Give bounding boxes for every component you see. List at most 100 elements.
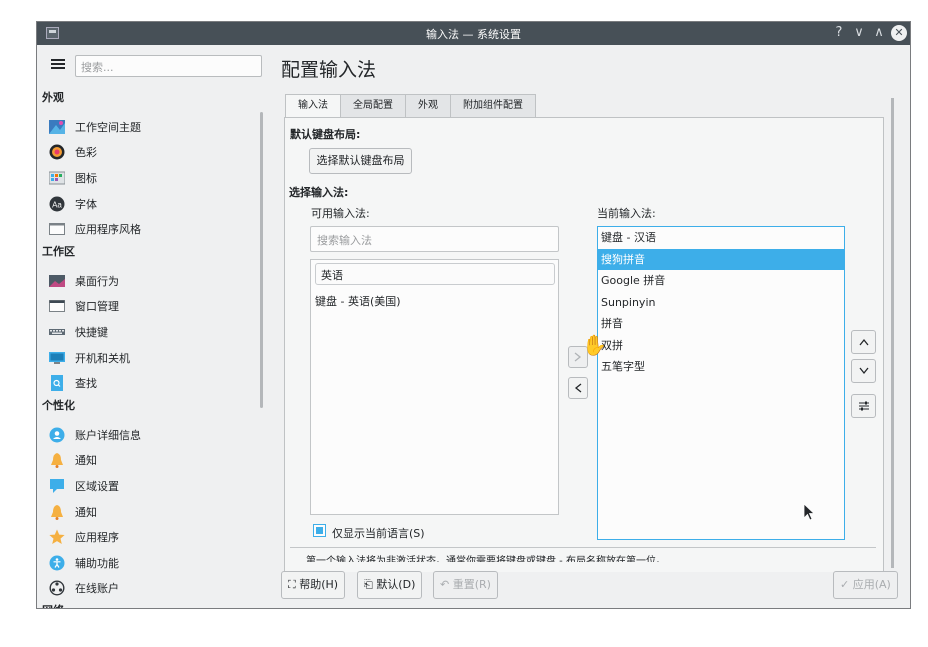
sidebar-item-label: 账户详细信息: [75, 428, 141, 442]
minimize-button[interactable]: ∨: [850, 24, 868, 42]
sidebar-item-account[interactable]: 账户详细信息: [37, 422, 259, 448]
sidebar-item-startup-shutdown[interactable]: 开机和关机: [37, 345, 259, 371]
sidebar-item-notifications[interactable]: 通知: [37, 448, 259, 474]
reset-label: 重置(R): [452, 578, 491, 591]
sidebar-list: 外观 工作空间主题 色彩 图标 Aa 字体 应用程序风格 工作区 桌面行为 窗口…: [37, 88, 259, 608]
tab-appearance[interactable]: 外观: [405, 94, 451, 118]
sidebar-search-input[interactable]: 搜索...: [75, 55, 262, 77]
select-default-layout-button[interactable]: 选择默认键盘布局: [309, 148, 412, 174]
sidebar-item-label: 窗口管理: [75, 300, 119, 314]
current-im-label: 当前输入法:: [597, 207, 656, 220]
sidebar-item-app-style[interactable]: 应用程序风格: [37, 216, 259, 242]
apply-button[interactable]: ✓ 应用(A): [833, 571, 898, 599]
sidebar-category-appearance: 外观: [42, 91, 64, 104]
current-im-item[interactable]: Sunpinyin: [598, 292, 844, 314]
available-group-header[interactable]: 英语: [315, 263, 555, 285]
move-down-button[interactable]: [851, 359, 876, 383]
icons-icon: [48, 170, 66, 186]
hand-cursor-icon: ✋: [582, 333, 607, 357]
app-style-icon: [49, 221, 65, 237]
current-im-item[interactable]: 拼音: [598, 313, 844, 335]
reset-button[interactable]: ↶ 重置(R): [433, 571, 498, 599]
select-im-label: 选择输入法:: [289, 186, 349, 199]
check-icon: ✓: [840, 578, 850, 591]
sidebar-item-label: 色彩: [75, 146, 97, 160]
configure-im-button[interactable]: [851, 394, 876, 418]
sidebar-item-accessibility[interactable]: 辅助功能: [37, 550, 259, 576]
sidebar-item-region[interactable]: 区域设置: [37, 473, 259, 499]
show-current-language-label[interactable]: 仅显示当前语言(S): [332, 525, 425, 541]
sidebar-item-label: 字体: [75, 197, 97, 211]
fonts-icon: Aa: [49, 196, 65, 212]
move-left-button[interactable]: [568, 377, 588, 399]
star-icon: [49, 529, 65, 545]
bell-icon: [49, 452, 65, 469]
sidebar-item-online-accounts[interactable]: 在线账户: [37, 576, 259, 602]
current-im-item[interactable]: 键盘 - 汉语: [598, 227, 844, 249]
sidebar-item-colors[interactable]: 色彩: [37, 140, 259, 166]
main-scrollbar[interactable]: [891, 98, 894, 568]
pointer-cursor-icon: [803, 503, 816, 524]
region-icon: [49, 478, 65, 494]
window-title: 输入法 — 系统设置: [426, 28, 521, 41]
desktop-behavior-icon: [49, 273, 65, 289]
sidebar-category-network: 网络: [37, 601, 259, 608]
current-im-item[interactable]: 双拼: [598, 335, 844, 357]
menu-icon[interactable]: [51, 59, 65, 69]
sidebar-item-label: 区域设置: [75, 479, 119, 493]
titlebar: 输入法 — 系统设置 ? ∨ ∧ ✕: [37, 22, 910, 45]
move-up-button[interactable]: [851, 330, 876, 354]
sidebar: 搜索... 外观 工作空间主题 色彩 图标 Aa 字体 应用程序风格 工作区 桌…: [37, 45, 270, 608]
sidebar-category-personalization: 个性化: [42, 398, 75, 412]
tab-input-method[interactable]: 输入法: [285, 94, 341, 118]
account-icon: [49, 427, 65, 443]
defaults-button[interactable]: ⎗ 默认(D): [357, 571, 423, 599]
sidebar-item-label: 开机和关机: [75, 351, 130, 365]
available-im-item[interactable]: 键盘 - 英语(美国): [315, 293, 401, 309]
current-im-item[interactable]: 五笔字型: [598, 356, 844, 378]
available-im-label: 可用输入法:: [311, 207, 370, 220]
window-management-icon: [49, 298, 65, 314]
help-label: 帮助(H): [299, 578, 339, 591]
configure-icon: [858, 401, 869, 411]
tab-global-config[interactable]: 全局配置: [340, 94, 406, 118]
sidebar-item-label: 辅助功能: [75, 556, 119, 570]
sidebar-item-desktop-behavior[interactable]: 桌面行为: [37, 268, 259, 294]
divider: [290, 547, 876, 548]
current-im-item[interactable]: Google 拼音: [598, 270, 844, 292]
shortcuts-icon: [49, 324, 65, 340]
current-im-list[interactable]: 键盘 - 汉语 搜狗拼音 Google 拼音 Sunpinyin 拼音 双拼 五…: [597, 226, 845, 540]
sidebar-item-label: 应用程序风格: [75, 223, 141, 237]
sidebar-item-label: 图标: [75, 171, 97, 185]
hint-text: 第一个输入法将为非激活状态。通常你需要将键盘或键盘 - 布局名称放在第一位。: [306, 556, 666, 562]
help-titlebar-button[interactable]: ?: [830, 24, 848, 42]
sidebar-item-search[interactable]: 查找: [37, 370, 259, 396]
im-search-input[interactable]: 搜索输入法: [310, 226, 559, 252]
page-title: 配置输入法: [281, 59, 377, 81]
close-button[interactable]: ✕: [891, 25, 907, 41]
tab-addon-config[interactable]: 附加组件配置: [450, 94, 536, 118]
sidebar-category-workspace: 工作区: [42, 244, 75, 258]
sidebar-item-icons[interactable]: 图标: [37, 165, 259, 191]
svg-text:Aa: Aa: [52, 200, 62, 209]
current-im-item-selected[interactable]: 搜狗拼音: [598, 248, 844, 270]
sidebar-item-workspace-theme[interactable]: 工作空间主题: [37, 114, 259, 140]
sidebar-item-shortcuts[interactable]: 快捷键: [37, 319, 259, 345]
search-file-icon: [49, 375, 65, 392]
maximize-button[interactable]: ∧: [870, 24, 888, 42]
sidebar-item-label: 快捷键: [75, 325, 108, 339]
colors-icon: [49, 144, 65, 160]
available-im-list[interactable]: 英语 键盘 - 英语(美国): [310, 259, 559, 515]
sidebar-scrollbar[interactable]: [260, 112, 263, 408]
help-button[interactable]: ⛶ 帮助(H): [281, 571, 346, 599]
sidebar-item-label: 通知: [75, 454, 97, 468]
sidebar-item-notifications-2[interactable]: 通知: [37, 499, 259, 525]
sidebar-item-fonts[interactable]: Aa 字体: [37, 191, 259, 217]
sidebar-item-applications[interactable]: 应用程序: [37, 524, 259, 550]
sidebar-item-label: 在线账户: [75, 582, 119, 596]
sidebar-item-label: 桌面行为: [75, 274, 119, 288]
online-accounts-icon: [49, 580, 65, 596]
show-current-language-checkbox[interactable]: [313, 524, 326, 537]
sidebar-item-window-management[interactable]: 窗口管理: [37, 294, 259, 320]
apply-label: 应用(A): [852, 578, 891, 591]
